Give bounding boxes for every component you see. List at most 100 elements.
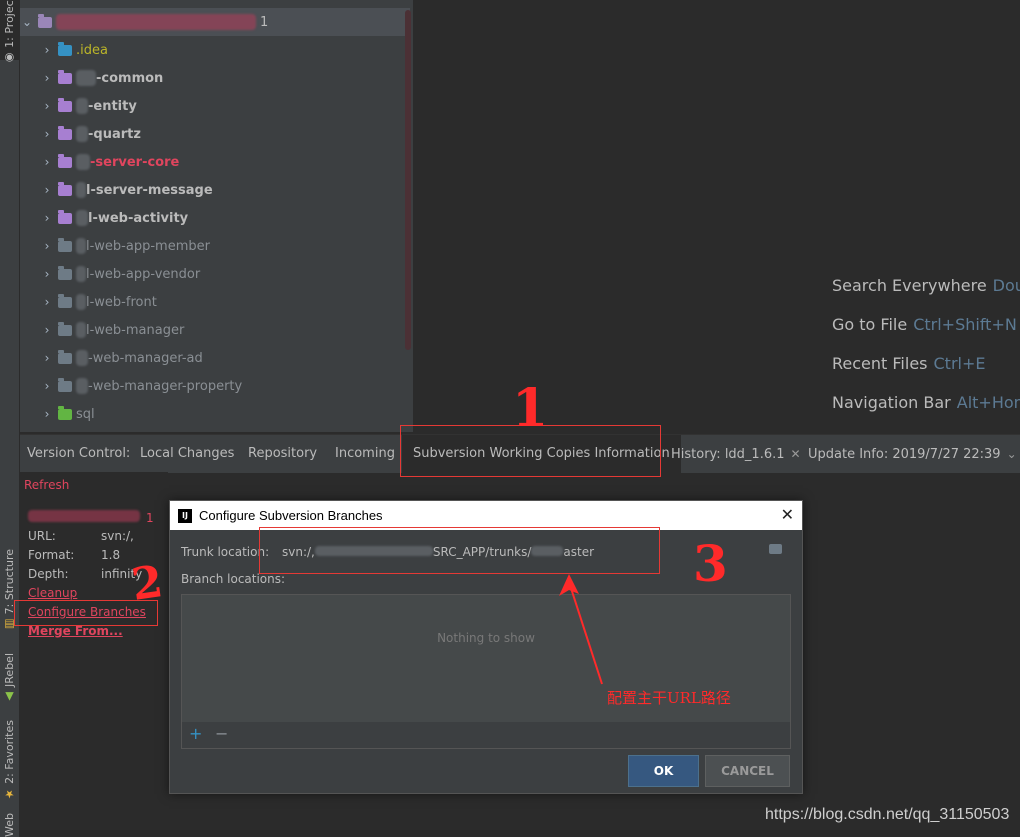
tree-item[interactable]: › -web-manager-property (20, 372, 410, 400)
tree-item[interactable]: › .idea (20, 36, 410, 64)
tree-item[interactable]: › l-web-app-member (20, 232, 410, 260)
tree-item[interactable]: › l-server-message (20, 176, 410, 204)
tree-item-label: l-web-front (86, 294, 157, 310)
tab-jrebel-label: JRebel (3, 652, 16, 687)
redacted-module-prefix (76, 182, 86, 198)
tree-item[interactable]: › -common (20, 64, 410, 92)
close-icon[interactable]: ✕ (781, 505, 794, 524)
folder-icon (58, 153, 72, 168)
hint-navigation-bar: Navigation Bar Alt+Hom (832, 393, 1020, 412)
folder-icon (58, 321, 72, 336)
watermark: https://blog.csdn.net/qq_31150503 (765, 806, 1010, 823)
chevron-right-icon[interactable]: › (40, 155, 54, 169)
tree-item-label: sql (76, 406, 95, 422)
branch-locations-label: Branch locations: (181, 572, 286, 586)
tree-item-label: l-server-message (86, 182, 213, 198)
redacted-module-prefix (76, 322, 86, 338)
tree-root-row[interactable]: ⌄ 1 (20, 8, 410, 36)
remove-icon[interactable]: − (215, 724, 228, 743)
redacted-module-prefix (76, 294, 86, 310)
tab-repository[interactable]: Repository (248, 435, 317, 473)
project-icon: ◉ (3, 47, 16, 65)
chevron-right-icon[interactable]: › (40, 351, 54, 365)
folder-icon (38, 13, 52, 28)
tree-item-label: -server-core (90, 154, 180, 170)
add-icon[interactable]: + (189, 724, 202, 743)
depth-label: Depth: (28, 567, 69, 581)
browse-folder-icon[interactable] (769, 544, 782, 554)
tree-item[interactable]: › -entity (20, 92, 410, 120)
chevron-down-icon[interactable]: ⌄ (20, 15, 34, 29)
tab-project[interactable]: ◉ 1: Project (0, 0, 19, 64)
ok-button[interactable]: OK (628, 755, 699, 787)
chevron-right-icon[interactable]: › (40, 183, 54, 197)
annotation-box-trunk (259, 527, 660, 574)
folder-icon (58, 265, 72, 280)
chevron-right-icon[interactable]: › (40, 407, 54, 421)
chevron-right-icon[interactable]: › (40, 43, 54, 57)
star-icon: ★ (3, 783, 16, 801)
folder-icon (58, 237, 72, 252)
folder-icon (58, 125, 72, 140)
folder-icon (58, 293, 72, 308)
merge-from-link[interactable]: Merge From... (28, 624, 123, 638)
tab-history[interactable]: History: ldd_1.6.1 ✕ (671, 435, 801, 473)
annotation-step-1: 1 (512, 378, 549, 439)
tree-item[interactable]: › l-web-front (20, 288, 410, 316)
chevron-right-icon[interactable]: › (40, 239, 54, 253)
redacted-module-prefix (76, 154, 90, 170)
tree-scrollbar[interactable] (405, 10, 411, 350)
tree-item[interactable]: › -web-manager-ad (20, 344, 410, 372)
tree-item[interactable]: › l-web-app-vendor (20, 260, 410, 288)
tree-item[interactable]: › -server-core (20, 148, 410, 176)
redacted-module-prefix (76, 70, 96, 86)
tree-item[interactable]: › sql (20, 400, 410, 428)
chevron-right-icon[interactable]: › (40, 295, 54, 309)
jrebel-icon: ▲ (3, 686, 16, 704)
tab-favorites[interactable]: ★ 2: Favorites (0, 718, 19, 802)
tree-item-label: .idea (76, 42, 108, 58)
chevron-right-icon[interactable]: › (40, 127, 54, 141)
tree-item[interactable]: › l-web-manager (20, 316, 410, 344)
refresh-link[interactable]: Refresh (24, 478, 69, 492)
url-label: URL: (28, 529, 56, 543)
chevron-right-icon[interactable]: › (40, 267, 54, 281)
chevron-right-icon[interactable]: › (40, 379, 54, 393)
hint-search-everywhere: Search Everywhere Doub (832, 276, 1020, 295)
tab-web[interactable]: Web (0, 812, 19, 837)
tree-item[interactable]: › l-web-activity (20, 204, 410, 232)
tab-local-changes[interactable]: Local Changes (140, 435, 234, 473)
tab-jrebel[interactable]: ▲ JRebel (0, 650, 19, 706)
tab-incoming[interactable]: Incoming (335, 435, 395, 473)
path-suffix: 1 (146, 511, 154, 525)
cleanup-link[interactable]: Cleanup (28, 586, 77, 600)
tab-favorites-label: 2: Favorites (3, 719, 16, 784)
tree-item[interactable]: › -quartz (20, 120, 410, 148)
chevron-right-icon[interactable]: › (40, 323, 54, 337)
annotation-note: 配置主干URL路径 (607, 689, 731, 707)
tree-item-label: -entity (88, 98, 137, 114)
folder-icon (58, 181, 72, 196)
trunk-location-label: Trunk location: (181, 545, 270, 559)
hint-shortcut: Doub (992, 276, 1020, 295)
chevron-right-icon[interactable]: › (40, 99, 54, 113)
hint-label: Recent Files (832, 354, 928, 373)
redacted-module-prefix (76, 378, 88, 394)
intellij-icon: IJ (178, 508, 192, 523)
chevron-down-icon[interactable]: ⌄ (1007, 447, 1017, 461)
tab-update-info[interactable]: Update Info: 2019/7/27 22:39⌄✕ (808, 435, 1020, 473)
cancel-button[interactable]: CANCEL (705, 755, 790, 787)
working-copy-path: 1 (28, 510, 154, 525)
folder-icon (58, 377, 72, 392)
chevron-right-icon[interactable]: › (40, 71, 54, 85)
folder-icon (58, 97, 72, 112)
redacted-module-prefix (76, 266, 86, 282)
close-icon[interactable]: ✕ (791, 447, 801, 461)
redacted-path (28, 510, 140, 522)
hint-shortcut: Alt+Hom (956, 393, 1020, 412)
dialog-titlebar: IJ Configure Subversion Branches ✕ (170, 501, 802, 530)
tab-history-label: History: ldd_1.6.1 (671, 447, 785, 462)
redacted-module-prefix (76, 238, 86, 254)
chevron-right-icon[interactable]: › (40, 211, 54, 225)
hint-shortcut: Ctrl+Shift+N (913, 315, 1017, 334)
